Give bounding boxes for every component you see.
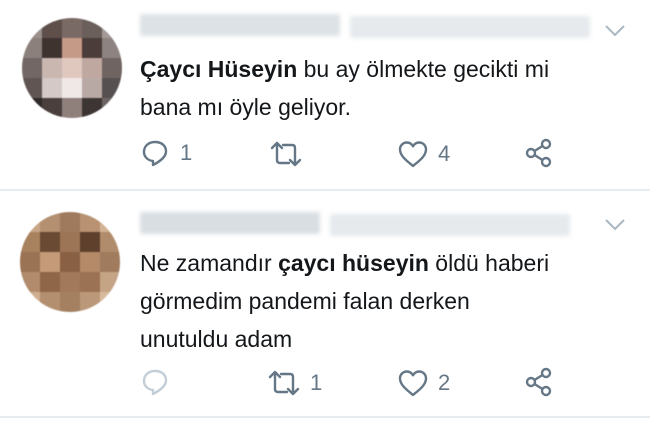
avatar[interactable] xyxy=(20,212,120,312)
chevron-down-icon[interactable] xyxy=(604,218,626,232)
divider xyxy=(0,189,650,191)
heart-icon xyxy=(398,141,428,168)
display-name[interactable] xyxy=(140,212,320,234)
divider xyxy=(0,416,650,418)
like-count: 4 xyxy=(438,141,451,166)
retweet-count: 1 xyxy=(310,370,323,395)
avatar[interactable] xyxy=(22,18,122,118)
like-button[interactable]: 2 xyxy=(398,369,450,397)
mention[interactable]: Çaycı Hüseyin xyxy=(140,56,297,82)
tweet[interactable]: Çaycı Hüseyin bu ay ölmekte gecikti mi b… xyxy=(0,0,650,190)
reply-icon xyxy=(142,140,168,167)
username[interactable] xyxy=(350,16,590,38)
share-button[interactable] xyxy=(524,138,554,168)
retweet-button[interactable]: 1 xyxy=(268,369,322,397)
mention[interactable]: çaycı hüseyin xyxy=(278,250,429,276)
retweet-icon xyxy=(270,141,302,167)
reply-icon xyxy=(142,369,168,396)
chevron-down-icon[interactable] xyxy=(604,24,626,38)
like-button[interactable]: 4 xyxy=(398,140,450,168)
reply-button[interactable]: 1 xyxy=(140,138,192,168)
tweet-text: Ne zamandır çaycı hüseyin öldü haberi gö… xyxy=(140,250,550,352)
retweet-button[interactable] xyxy=(270,140,312,168)
username[interactable] xyxy=(330,214,570,236)
share-button[interactable] xyxy=(524,367,554,397)
share-icon xyxy=(525,138,552,168)
reply-count: 1 xyxy=(180,140,193,165)
heart-icon xyxy=(398,370,428,397)
retweet-icon xyxy=(268,370,300,396)
tweet-text: Çaycı Hüseyin bu ay ölmekte gecikti mi b… xyxy=(140,56,550,120)
display-name[interactable] xyxy=(140,14,340,36)
reply-button[interactable] xyxy=(140,367,180,397)
like-count: 2 xyxy=(438,370,451,395)
tweet[interactable]: Ne zamandır çaycı hüseyin öldü haberi gö… xyxy=(0,192,650,418)
share-icon xyxy=(525,367,552,397)
